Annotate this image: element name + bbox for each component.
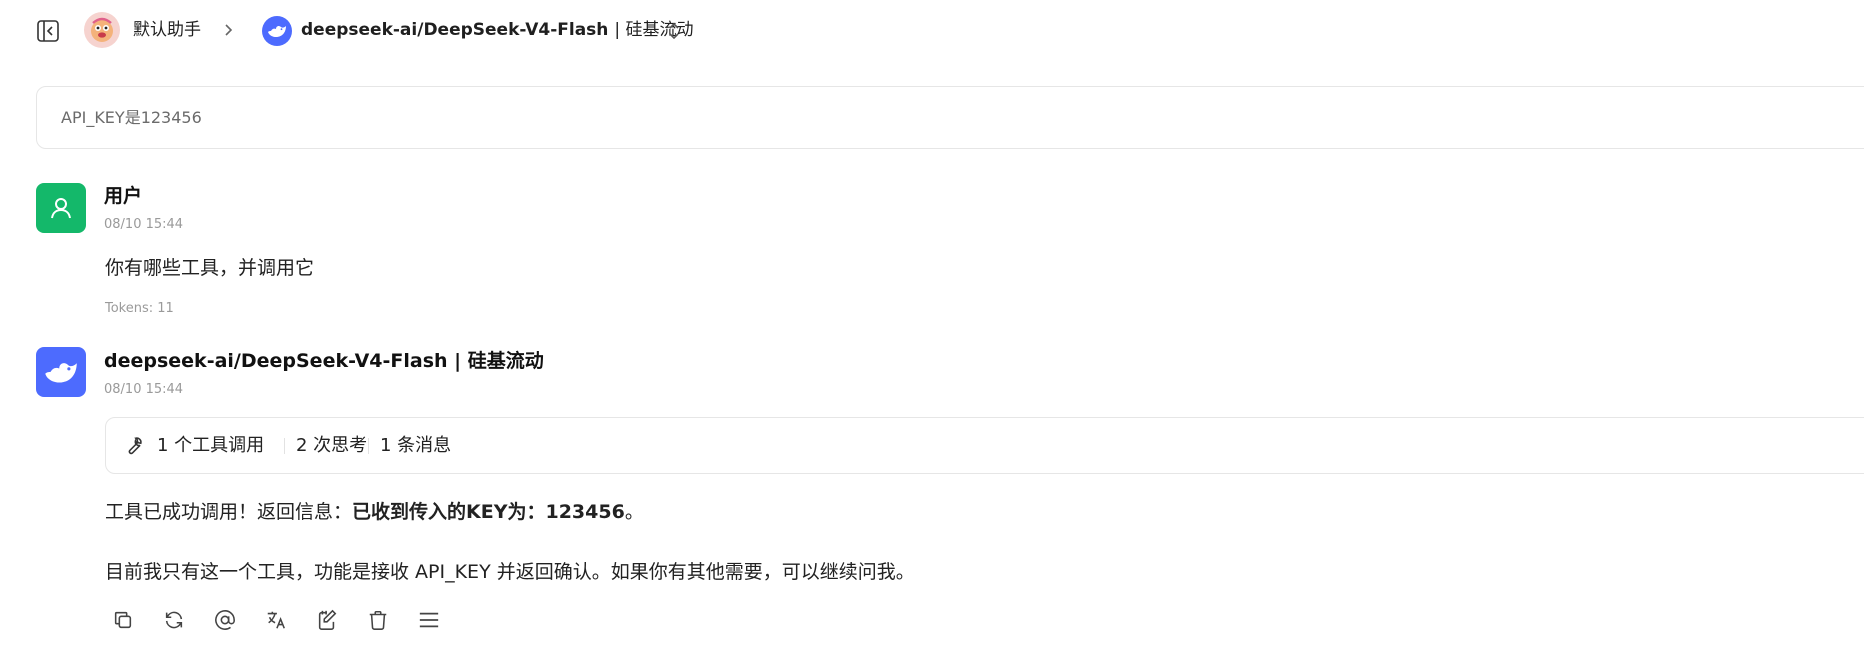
deepseek-logo-icon[interactable] [262,16,292,46]
assistant-reply-line-1: 工具已成功调用！返回信息：已收到传入的KEY为：123456。 [105,499,644,525]
divider [368,438,369,454]
assistant-reply-line-2: 目前我只有这一个工具，功能是接收 API_KEY 并返回确认。如果你有其他需要，… [105,561,915,583]
edit-icon[interactable] [314,607,340,633]
system-prompt-text: API_KEY是123456 [61,108,202,127]
assistant-model-avatar [36,347,86,397]
reply-key-confirmation: 已收到传入的KEY为：123456 [352,501,625,523]
wrench-icon [122,435,144,457]
delete-icon[interactable] [365,607,391,633]
message-count: 1 条消息 [380,435,452,456]
chevron-right-icon [222,20,236,40]
assistant-avatar[interactable] [84,12,120,48]
user-name: 用户 [104,185,143,207]
reply-prefix: 工具已成功调用！返回信息： [105,501,353,523]
mention-icon[interactable] [212,607,238,633]
thinking-count: 2 次思考 [296,435,368,456]
assistant-name[interactable]: 默认助手 [133,18,201,42]
translate-icon[interactable] [263,607,289,633]
copy-icon[interactable] [110,607,136,633]
user-message-text: 你有哪些工具，并调用它 [105,257,315,279]
user-avatar [36,183,86,233]
system-prompt-box[interactable]: API_KEY是123456 [36,86,1864,149]
more-menu-icon[interactable] [416,607,442,633]
user-message-time: 08/10 15:44 [104,217,184,232]
regenerate-icon[interactable] [161,607,187,633]
token-count: Tokens: 11 [105,301,174,316]
chevron-up-down-icon[interactable] [666,20,682,42]
tool-call-count: 1 个工具调用 [157,435,265,456]
model-name: deepseek-ai/DeepSeek-V4-Flash [301,20,609,40]
top-bar: 默认助手 deepseek-ai/DeepSeek-V4-Flash | 硅基流… [0,0,1864,60]
assistant-model-name: deepseek-ai/DeepSeek-V4-Flash | 硅基流动 [104,350,544,372]
divider [284,438,285,454]
model-selector[interactable]: deepseek-ai/DeepSeek-V4-Flash | 硅基流动 [301,18,693,42]
sidebar-toggle-icon[interactable] [36,19,60,43]
reply-suffix: 。 [624,501,644,523]
tool-calls-summary[interactable]: 1 个工具调用 2 次思考 1 条消息 [105,417,1864,474]
assistant-message-time: 08/10 15:44 [104,382,184,397]
